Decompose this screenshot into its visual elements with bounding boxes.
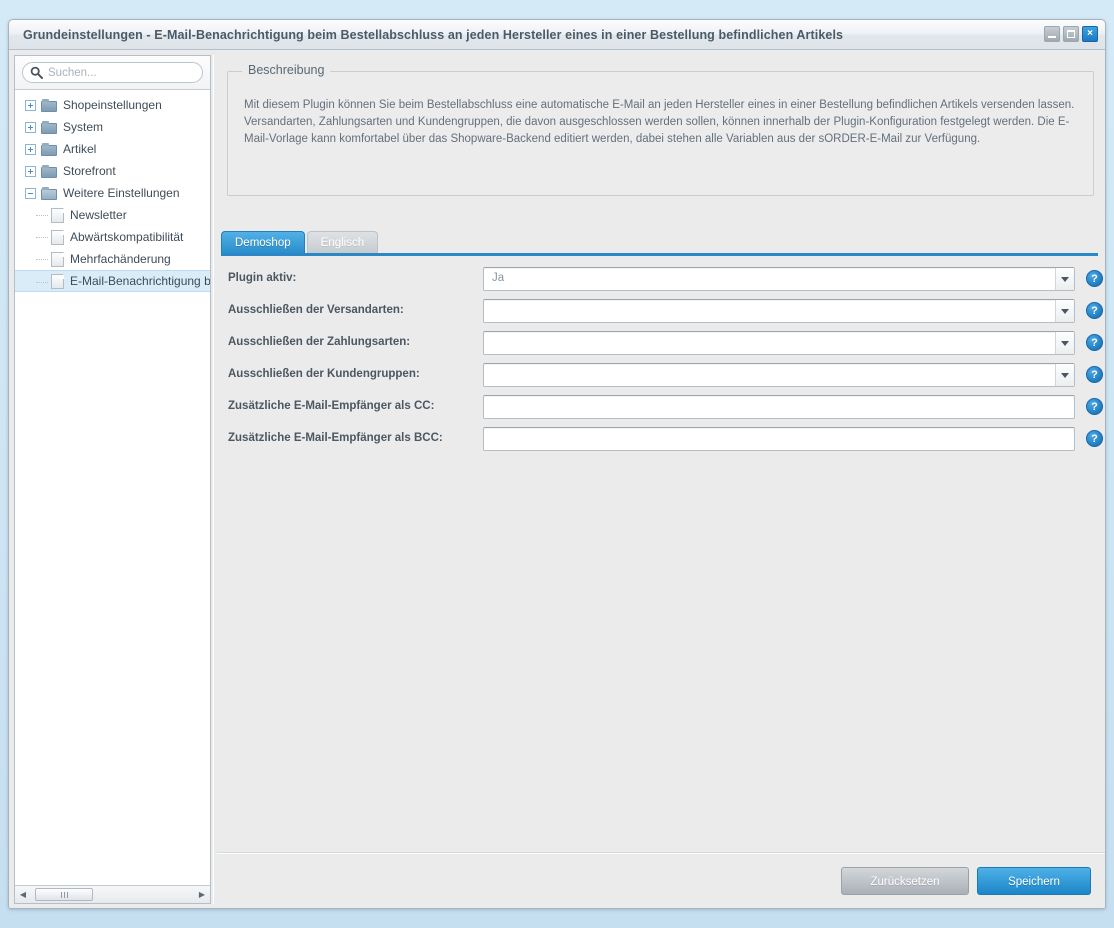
help-icon[interactable]: ? <box>1086 334 1103 351</box>
window-titlebar: Grundeinstellungen - E-Mail-Benachrichti… <box>9 20 1105 50</box>
tree-item-system[interactable]: System <box>15 116 210 138</box>
scrollbar-thumb[interactable] <box>35 888 93 901</box>
help-icon[interactable]: ? <box>1086 430 1103 447</box>
tree-connector <box>36 259 48 260</box>
minimize-icon[interactable] <box>1044 26 1060 42</box>
tree-item-label: Storefront <box>63 164 116 178</box>
folder-icon <box>41 120 57 134</box>
tree-item-label: E-Mail-Benachrichtigung beim B <box>70 274 210 288</box>
tree-item-weitere-einstellungen[interactable]: Weitere Einstellungen <box>15 182 210 204</box>
expand-icon[interactable] <box>25 121 36 133</box>
description-fieldset: Beschreibung Mit diesem Plugin können Si… <box>227 63 1094 196</box>
tree-item-artikel[interactable]: Artikel <box>15 138 210 160</box>
zahlungsarten-select[interactable] <box>483 331 1075 355</box>
tab-englisch[interactable]: Englisch <box>306 231 379 253</box>
tree-item-label: Artikel <box>63 142 97 156</box>
sidebar: Suchen... Shopeinstellungen System Artik… <box>14 55 211 904</box>
field-label: Ausschließen der Zahlungsarten: <box>228 336 411 348</box>
help-icon[interactable]: ? <box>1086 302 1103 319</box>
tree-item-newsletter[interactable]: Newsletter <box>15 204 210 226</box>
description-text: Mit diesem Plugin können Sie beim Bestel… <box>244 99 1075 145</box>
expand-icon[interactable] <box>25 165 36 177</box>
tree-item-label: System <box>63 120 104 134</box>
kundengruppen-select[interactable] <box>483 363 1075 387</box>
chevron-down-icon[interactable] <box>1055 268 1074 290</box>
tree-item-label: Shopeinstellungen <box>63 98 162 112</box>
form-row-zahlungsarten: Ausschließen der Zahlungsarten: ? <box>217 329 1105 361</box>
window-title: Grundeinstellungen - E-Mail-Benachrichti… <box>23 28 844 42</box>
maximize-icon[interactable] <box>1063 26 1079 42</box>
document-icon <box>51 229 64 245</box>
shop-tabbar: Demoshop Englisch <box>221 211 1105 259</box>
sidebar-horizontal-scrollbar[interactable]: ◀ ▶ <box>15 885 210 903</box>
folder-icon <box>41 164 57 178</box>
field-label: Ausschließen der Versandarten: <box>228 304 404 316</box>
window-body: Suchen... Shopeinstellungen System Artik… <box>9 51 1105 908</box>
close-icon[interactable]: × <box>1082 26 1098 42</box>
document-icon <box>51 273 64 289</box>
tab-demoshop[interactable]: Demoshop <box>221 231 305 253</box>
document-icon <box>51 251 64 267</box>
tree-item-email-benachrichtigung[interactable]: E-Mail-Benachrichtigung beim B <box>15 270 210 292</box>
tree-item-storefront[interactable]: Storefront <box>15 160 210 182</box>
form-row-bcc: Zusätzliche E-Mail-Empfänger als BCC: ? <box>217 425 1105 457</box>
tree-item-label: Weitere Einstellungen <box>63 186 180 200</box>
settings-tree: Shopeinstellungen System Artikel Storefr… <box>15 90 210 885</box>
save-button[interactable]: Speichern <box>977 867 1091 895</box>
description-legend: Beschreibung <box>242 63 331 77</box>
content-panel: Beschreibung Mit diesem Plugin können Si… <box>217 51 1105 908</box>
settings-window: Grundeinstellungen - E-Mail-Benachrichti… <box>8 19 1106 909</box>
tree-item-label: Newsletter <box>70 208 127 222</box>
tree-connector <box>36 237 48 238</box>
search-icon <box>30 66 43 79</box>
tabs-row: Demoshop Englisch <box>221 231 379 253</box>
tree-item-shopeinstellungen[interactable]: Shopeinstellungen <box>15 94 210 116</box>
window-controls: × <box>1044 26 1098 42</box>
tree-connector <box>36 282 48 283</box>
help-icon[interactable]: ? <box>1086 398 1103 415</box>
settings-form: Plugin aktiv: Ja ? Ausschließen der Vers… <box>217 265 1105 457</box>
chevron-down-icon[interactable] <box>1055 332 1074 354</box>
expand-icon[interactable] <box>25 99 36 111</box>
chevron-down-icon[interactable] <box>1055 364 1074 386</box>
help-icon[interactable]: ? <box>1086 366 1103 383</box>
form-row-plugin-aktiv: Plugin aktiv: Ja ? <box>217 265 1105 297</box>
tree-item-label: Mehrfachänderung <box>70 252 171 266</box>
document-icon <box>51 207 64 223</box>
field-label: Zusätzliche E-Mail-Empfänger als BCC: <box>228 432 443 444</box>
plugin-aktiv-select[interactable]: Ja <box>483 267 1075 291</box>
scroll-left-icon[interactable]: ◀ <box>15 887 31 903</box>
form-row-cc: Zusätzliche E-Mail-Empfänger als CC: ? <box>217 393 1105 425</box>
versandarten-select[interactable] <box>483 299 1075 323</box>
sidebar-content-divider[interactable] <box>213 55 216 904</box>
sidebar-search-area: Suchen... <box>15 56 210 90</box>
bcc-recipients-input[interactable] <box>483 427 1075 451</box>
field-value: Ja <box>492 272 505 284</box>
folder-icon <box>41 142 57 156</box>
search-input[interactable]: Suchen... <box>22 62 203 83</box>
form-row-kundengruppen: Ausschließen der Kundengruppen: ? <box>217 361 1105 393</box>
reset-button[interactable]: Zurücksetzen <box>841 867 969 895</box>
field-label: Ausschließen der Kundengruppen: <box>228 368 420 380</box>
scroll-right-icon[interactable]: ▶ <box>194 887 210 903</box>
field-label: Zusätzliche E-Mail-Empfänger als CC: <box>228 400 435 412</box>
tab-underline <box>221 253 1098 256</box>
cc-recipients-input[interactable] <box>483 395 1075 419</box>
form-row-versandarten: Ausschließen der Versandarten: ? <box>217 297 1105 329</box>
tree-connector <box>36 215 48 216</box>
collapse-icon[interactable] <box>25 187 36 199</box>
tree-item-label: Abwärtskompatibilität <box>70 230 184 244</box>
folder-open-icon <box>41 186 57 200</box>
help-icon[interactable]: ? <box>1086 270 1103 287</box>
tree-item-mehrfachaenderung[interactable]: Mehrfachänderung <box>15 248 210 270</box>
expand-icon[interactable] <box>25 143 36 155</box>
chevron-down-icon[interactable] <box>1055 300 1074 322</box>
search-placeholder: Suchen... <box>48 66 97 79</box>
folder-icon <box>41 98 57 112</box>
tree-item-abwaertskompatibilitaet[interactable]: Abwärtskompatibilität <box>15 226 210 248</box>
footer-toolbar: Zurücksetzen Speichern <box>217 852 1105 908</box>
field-label: Plugin aktiv: <box>228 272 297 284</box>
